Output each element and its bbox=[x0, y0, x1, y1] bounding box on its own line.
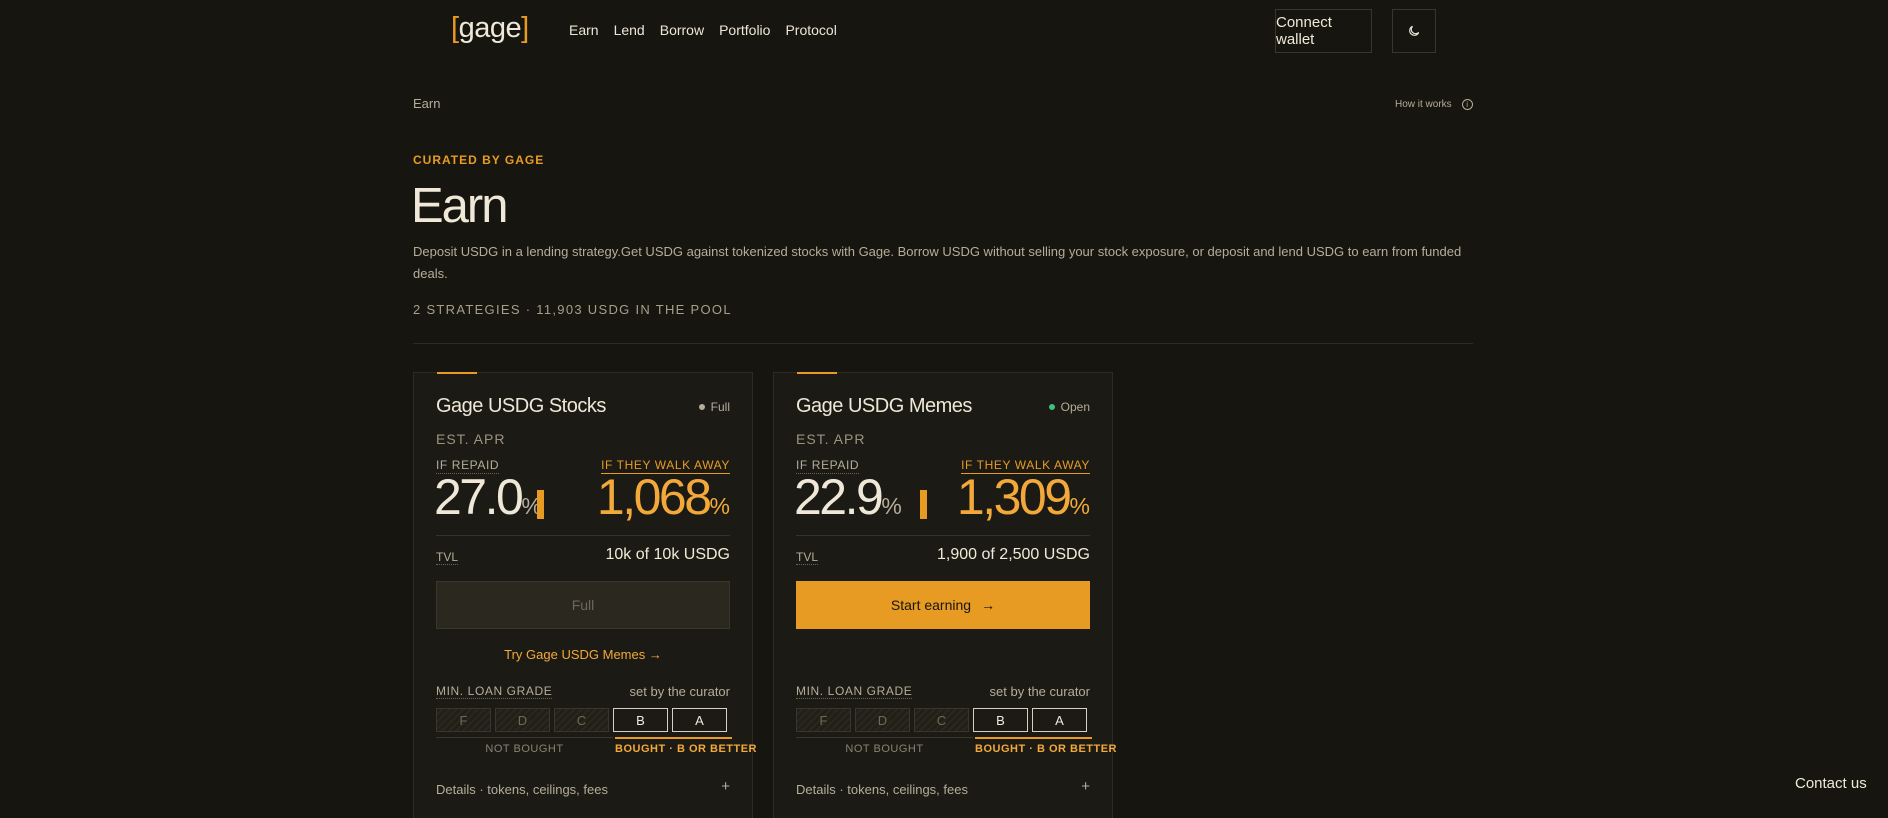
if-repaid-value: 27.0 bbox=[434, 469, 524, 525]
grade-c: C bbox=[914, 708, 969, 732]
page-title: Earn bbox=[411, 179, 509, 233]
pool-stats: 2 STRATEGIES · 11,903 USDG IN THE POOL bbox=[413, 302, 732, 317]
logo-text: gage bbox=[458, 12, 522, 44]
not-bought-label: NOT BOUGHT bbox=[845, 743, 924, 755]
not-bought-line bbox=[796, 737, 973, 738]
bought-line bbox=[975, 737, 1092, 739]
percent-sign: % bbox=[1069, 493, 1090, 519]
details-toggle[interactable]: Details · tokens, ceilings, fees bbox=[796, 782, 968, 797]
main-nav: Earn Lend Borrow Portfolio Protocol bbox=[569, 22, 837, 38]
connect-wallet-button[interactable]: Connect wallet bbox=[1275, 9, 1372, 53]
card-divider bbox=[436, 535, 730, 536]
details-toggle[interactable]: Details · tokens, ceilings, fees bbox=[436, 782, 608, 797]
logo-bracket-close: ] bbox=[521, 12, 529, 44]
status-dot-icon bbox=[1048, 404, 1055, 410]
grade-c: C bbox=[554, 708, 609, 732]
walk-away-value: 1,068 bbox=[596, 469, 712, 525]
card-accent bbox=[797, 372, 837, 374]
percent-sign: % bbox=[709, 493, 730, 519]
eyebrow-label: CURATED BY GAGE bbox=[413, 153, 545, 167]
min-loan-grade-label[interactable]: MIN. LOAN GRADE bbox=[796, 684, 913, 699]
strategy-card-stocks: Gage USDG Stocks Full EST. APR IF REPAID… bbox=[413, 372, 757, 818]
percent-sign: % bbox=[881, 493, 902, 519]
card-accent bbox=[437, 372, 477, 374]
moon-icon bbox=[1409, 25, 1420, 36]
strategy-card-memes: Gage USDG Memes Open EST. APR IF REPAID … bbox=[773, 372, 1117, 818]
plus-icon[interactable]: + bbox=[721, 778, 730, 795]
grade-selector: F D C B A bbox=[436, 708, 727, 732]
theme-toggle-button[interactable] bbox=[1392, 9, 1436, 53]
nav-earn[interactable]: Earn bbox=[569, 22, 599, 38]
plus-icon[interactable]: + bbox=[1081, 778, 1090, 795]
tvl-label[interactable]: TVL bbox=[796, 550, 819, 565]
not-bought-line bbox=[436, 737, 613, 738]
apr-separator-bar bbox=[920, 490, 927, 519]
walk-away-apr: 1,309% bbox=[957, 468, 1090, 526]
status-label: Open bbox=[1060, 400, 1090, 414]
grade-a: A bbox=[672, 708, 727, 732]
if-repaid-apr: 22.9% bbox=[794, 468, 902, 526]
logo[interactable]: [gage] bbox=[451, 12, 529, 45]
status-badge: Full bbox=[698, 400, 730, 414]
how-it-works-link[interactable]: How it works i bbox=[1395, 99, 1473, 110]
set-by-curator: set by the curator bbox=[629, 684, 730, 699]
tvl-value: 10k of 10k USDG bbox=[605, 546, 731, 563]
status-dot-icon bbox=[698, 404, 705, 410]
grade-selector: F D C B A bbox=[796, 708, 1087, 732]
strategy-name: Gage USDG Memes bbox=[796, 395, 972, 417]
walk-away-value: 1,309 bbox=[956, 469, 1072, 525]
button-label: Full bbox=[571, 597, 595, 613]
grade-f: F bbox=[796, 708, 851, 732]
tvl-label[interactable]: TVL bbox=[436, 550, 459, 565]
try-memes-link[interactable]: Try Gage USDG Memes → bbox=[414, 647, 752, 662]
contact-us-link[interactable]: Contact us bbox=[1795, 775, 1867, 792]
nav-portfolio[interactable]: Portfolio bbox=[719, 22, 770, 38]
grade-b: B bbox=[973, 708, 1028, 732]
info-icon: i bbox=[1461, 99, 1473, 110]
grade-d: D bbox=[855, 708, 910, 732]
breadcrumb: Earn bbox=[413, 96, 441, 111]
est-apr-label: EST. APR bbox=[436, 431, 506, 447]
start-earning-button[interactable]: Start earning → bbox=[796, 581, 1090, 629]
bought-label: BOUGHT · B OR BETTER bbox=[975, 743, 1117, 755]
grade-b: B bbox=[613, 708, 668, 732]
set-by-curator: set by the curator bbox=[989, 684, 1090, 699]
grade-a: A bbox=[1032, 708, 1087, 732]
if-repaid-value: 22.9 bbox=[794, 469, 884, 525]
status-label: Full bbox=[710, 400, 730, 414]
grade-d: D bbox=[495, 708, 550, 732]
not-bought-label: NOT BOUGHT bbox=[485, 743, 564, 755]
status-badge: Open bbox=[1048, 400, 1090, 414]
nav-protocol[interactable]: Protocol bbox=[785, 22, 836, 38]
card-divider bbox=[796, 535, 1090, 536]
nav-lend[interactable]: Lend bbox=[614, 22, 645, 38]
bought-label: BOUGHT · B OR BETTER bbox=[615, 743, 757, 755]
divider bbox=[413, 343, 1473, 344]
logo-bracket-open: [ bbox=[451, 12, 459, 44]
full-button: Full bbox=[436, 581, 730, 629]
walk-away-apr: 1,068% bbox=[597, 468, 730, 526]
nav-borrow[interactable]: Borrow bbox=[660, 22, 704, 38]
apr-separator-bar bbox=[537, 490, 544, 519]
bought-line bbox=[615, 737, 732, 739]
min-loan-grade-label[interactable]: MIN. LOAN GRADE bbox=[436, 684, 553, 699]
page-description: Deposit USDG in a lending strategy.Get U… bbox=[413, 244, 1462, 281]
est-apr-label: EST. APR bbox=[796, 431, 866, 447]
if-repaid-apr: 27.0% bbox=[434, 468, 542, 526]
strategy-name: Gage USDG Stocks bbox=[436, 395, 606, 417]
arrow-right-icon: → bbox=[981, 597, 996, 613]
how-it-works-label: How it works bbox=[1395, 99, 1452, 110]
grade-f: F bbox=[436, 708, 491, 732]
button-label: Start earning bbox=[890, 597, 972, 613]
tvl-value: 1,900 of 2,500 USDG bbox=[937, 546, 1090, 563]
